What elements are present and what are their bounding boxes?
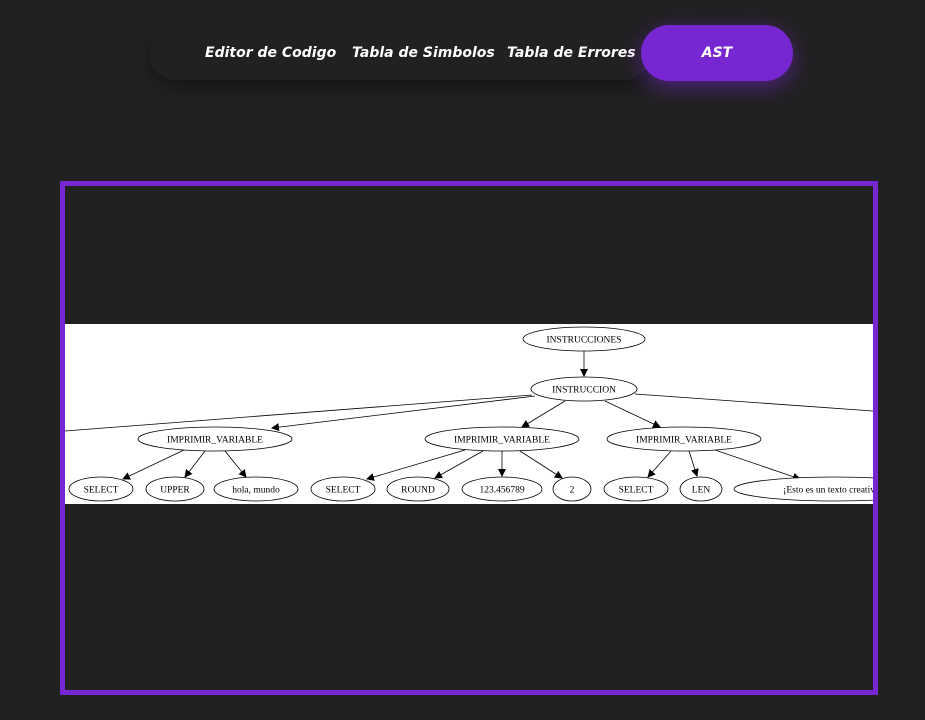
ast-graph-image: INSTRUCCIONES INSTRUCCION IMPRIMIR_VARIA… bbox=[65, 324, 873, 504]
node-len: LEN bbox=[692, 486, 711, 496]
nav-editor-de-codigo[interactable]: Editor de Codigo bbox=[205, 25, 336, 81]
node-hola-mundo: hola, mundo bbox=[232, 486, 280, 496]
node-imprimir-variable: IMPRIMIR_VARIABLE bbox=[167, 436, 263, 446]
ast-graph: INSTRUCCIONES INSTRUCCION IMPRIMIR_VARIA… bbox=[65, 326, 873, 502]
node-number: 123.456789 bbox=[479, 486, 524, 496]
ast-labels: INSTRUCCIONES INSTRUCCION IMPRIMIR_VARIA… bbox=[84, 336, 873, 496]
node-select: SELECT bbox=[326, 486, 361, 496]
node-imprimir-variable: IMPRIMIR_VARIABLE bbox=[636, 436, 732, 446]
node-select: SELECT bbox=[84, 486, 119, 496]
node-number: 2 bbox=[570, 486, 575, 496]
nav-tabla-de-simbolos[interactable]: Tabla de Simbolos bbox=[352, 25, 495, 81]
node-imprimir-variable: IMPRIMIR_VARIABLE bbox=[454, 436, 550, 446]
ast-viewer: INSTRUCCIONES INSTRUCCION IMPRIMIR_VARIA… bbox=[60, 181, 878, 695]
node-instrucciones: INSTRUCCIONES bbox=[547, 336, 622, 346]
node-select: SELECT bbox=[619, 486, 654, 496]
nav-ast-button[interactable]: AST bbox=[641, 25, 793, 81]
node-texto-creativo: ¡Esto es un texto creativo y bbox=[783, 486, 873, 496]
node-instruccion: INSTRUCCION bbox=[552, 386, 616, 396]
ast-edges bbox=[65, 351, 873, 481]
nav-tabla-de-errores[interactable]: Tabla de Errores bbox=[507, 25, 636, 81]
ast-nodes bbox=[68, 326, 873, 502]
node-upper: UPPER bbox=[160, 486, 190, 496]
node-round: ROUND bbox=[401, 486, 435, 496]
